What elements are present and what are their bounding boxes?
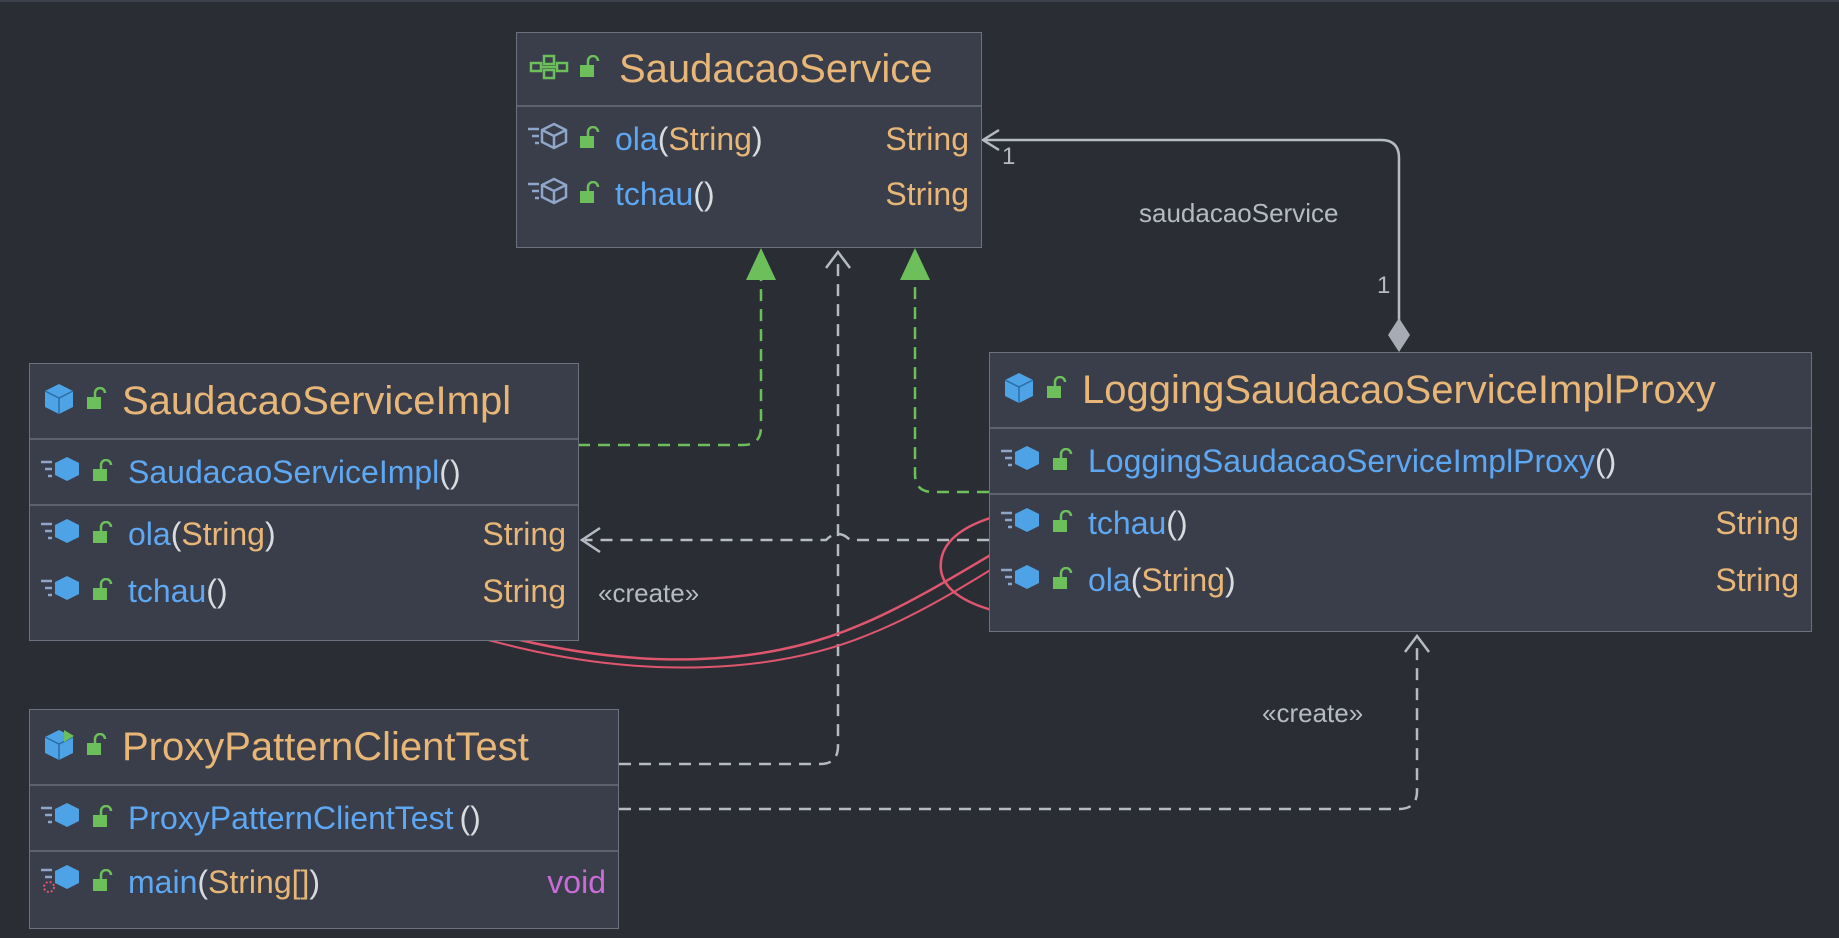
unlock-icon (579, 176, 601, 213)
param-type: String (1141, 561, 1225, 598)
multiplicity-target: 1 (1002, 143, 1016, 170)
param-type: String (668, 120, 752, 157)
method-icon (40, 573, 82, 610)
method-name: ola (615, 120, 658, 157)
create-label-impl: «create» (598, 578, 700, 608)
realization-arrowhead-proxy (900, 248, 930, 280)
method-name: ola (1088, 561, 1131, 598)
constructor-row[interactable]: SaudacaoServiceImpl () (30, 440, 578, 504)
paren-open: ( (197, 863, 209, 900)
class-header: SaudacaoServiceImpl (30, 364, 578, 440)
return-type: String (885, 175, 969, 212)
method-row[interactable]: ola (String) String (517, 107, 981, 165)
method-icon (40, 516, 82, 553)
class-header: ProxyPatternClientTest (30, 710, 618, 786)
unlock-icon (92, 454, 114, 491)
association-label: saudacaoService (1139, 198, 1339, 228)
paren-close: ) (1224, 561, 1236, 598)
class-header: LoggingSaudacaoServiceImplProxy (990, 353, 1811, 429)
method-icon (1000, 562, 1042, 599)
params: () (439, 453, 461, 490)
method-name: tchau (128, 572, 207, 609)
class-box-proxy-pattern-client-test[interactable]: ProxyPatternClientTest ProxyPatternClien… (29, 709, 619, 929)
params: () (1594, 442, 1617, 479)
unlock-icon (92, 573, 114, 610)
unlock-icon (1052, 562, 1074, 599)
method-row[interactable]: tchau () String (517, 165, 981, 223)
class-box-saudacao-service[interactable]: SaudacaoService ola (String) String tcha… (516, 32, 982, 248)
class-icon (1002, 371, 1036, 410)
param-type: String (181, 515, 265, 552)
paren-open: ( (1130, 561, 1142, 598)
uml-diagram-canvas: saudacaoService 1 1 «create» «create» Sa… (0, 0, 1839, 938)
return-type: String (885, 120, 969, 157)
unlock-icon (1046, 375, 1068, 405)
composition-diamond (1388, 318, 1410, 352)
constructor-row[interactable]: LoggingSaudacaoServiceImplProxy () (990, 429, 1811, 493)
class-name: LoggingSaudacaoServiceImplProxy (1082, 367, 1716, 412)
constructor-row[interactable]: ProxyPatternClientTest () (30, 786, 618, 850)
method-icon (527, 121, 569, 158)
method-icon (40, 800, 82, 837)
unlock-icon (579, 121, 601, 158)
method-icon (527, 176, 569, 213)
create-label-proxy: «create» (1262, 698, 1364, 728)
method-icon (40, 454, 82, 491)
constructor-name: LoggingSaudacaoServiceImplProxy (1088, 442, 1595, 479)
method-name: tchau (615, 175, 694, 212)
unlock-icon (92, 800, 114, 837)
unlock-icon (86, 732, 108, 762)
unlock-icon (1052, 505, 1074, 542)
unlock-icon (92, 864, 114, 901)
realization-proxy-to-service (913, 280, 989, 494)
method-row[interactable]: tchau () String (990, 493, 1811, 551)
method-row[interactable]: ola (String) String (30, 504, 578, 562)
method-row[interactable]: ola (String) String (990, 551, 1811, 609)
dependency-proxy-to-impl (585, 532, 989, 542)
params: () (1166, 504, 1188, 541)
unlock-icon (579, 54, 601, 84)
static-method-icon (40, 863, 82, 901)
paren-close: ) (751, 120, 763, 157)
method-icon (1000, 443, 1042, 480)
return-type: String (482, 572, 566, 609)
test-class-icon (42, 728, 76, 767)
constructor-name: ProxyPatternClientTest (128, 799, 454, 836)
method-name: main (128, 863, 198, 900)
interface-icon (529, 53, 569, 86)
association-saudacao-service (985, 138, 1401, 320)
class-name: ProxyPatternClientTest (122, 724, 529, 769)
unlock-icon (86, 386, 108, 416)
return-type: String (482, 515, 566, 552)
multiplicity-source: 1 (1377, 272, 1391, 299)
class-icon (42, 382, 76, 421)
class-name: SaudacaoServiceImpl (122, 378, 512, 423)
paren-open: ( (657, 120, 669, 157)
return-type: String (1715, 504, 1799, 541)
dependency-client-to-service (619, 258, 840, 766)
paren-open: ( (170, 515, 182, 552)
params: () (459, 799, 481, 836)
return-type: String (1715, 561, 1799, 598)
params: () (206, 572, 228, 609)
method-icon (1000, 505, 1042, 542)
class-box-saudacao-service-impl[interactable]: SaudacaoServiceImpl SaudacaoServiceImpl … (29, 363, 579, 641)
unlock-icon (1052, 443, 1074, 480)
method-row[interactable]: main (String[]) void (30, 850, 618, 912)
class-header: SaudacaoService (517, 33, 981, 107)
return-type: void (547, 863, 606, 900)
class-box-logging-proxy[interactable]: LoggingSaudacaoServiceImplProxy LoggingS… (989, 352, 1812, 632)
params: () (693, 175, 715, 212)
method-row[interactable]: tchau () String (30, 562, 578, 620)
method-name: tchau (1088, 504, 1167, 541)
unlock-icon (92, 516, 114, 553)
realization-arrowhead-impl (746, 248, 776, 280)
paren-close: ) (264, 515, 276, 552)
class-name: SaudacaoService (619, 46, 933, 91)
param-type: String[] (208, 863, 310, 900)
paren-close: ) (309, 863, 321, 900)
constructor-name: SaudacaoServiceImpl (128, 453, 440, 490)
method-name: ola (128, 515, 171, 552)
realization-impl-to-service (578, 280, 763, 447)
